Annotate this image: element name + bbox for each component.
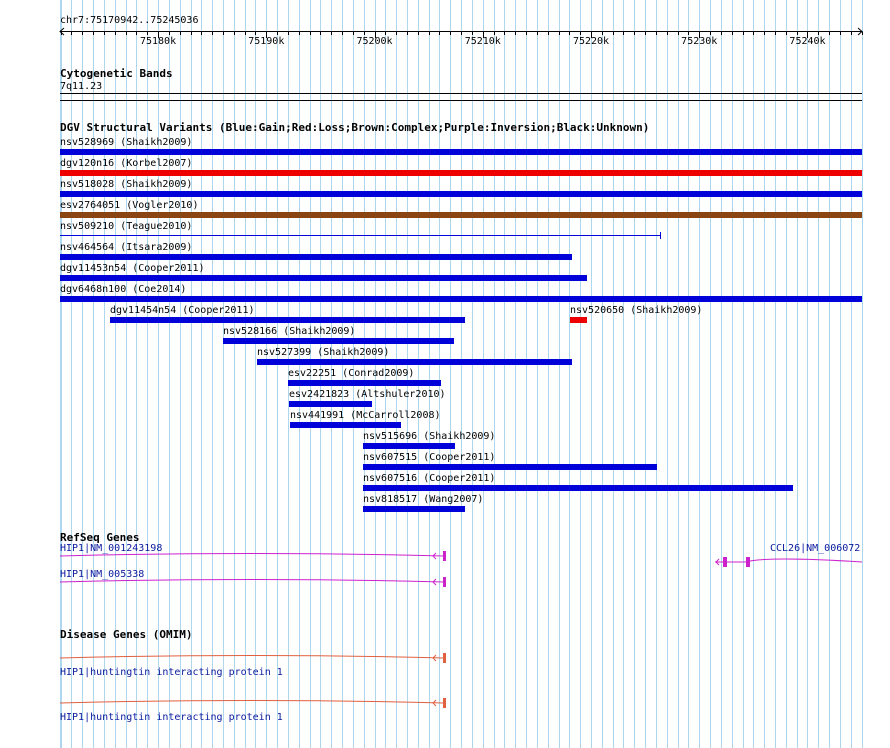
disease-gene-label[interactable]: HIP1|huntingtin interacting protein 1 [60,712,283,724]
exon-block [443,698,446,708]
intron-line [59,700,445,704]
disease-gene-model[interactable] [0,0,890,748]
